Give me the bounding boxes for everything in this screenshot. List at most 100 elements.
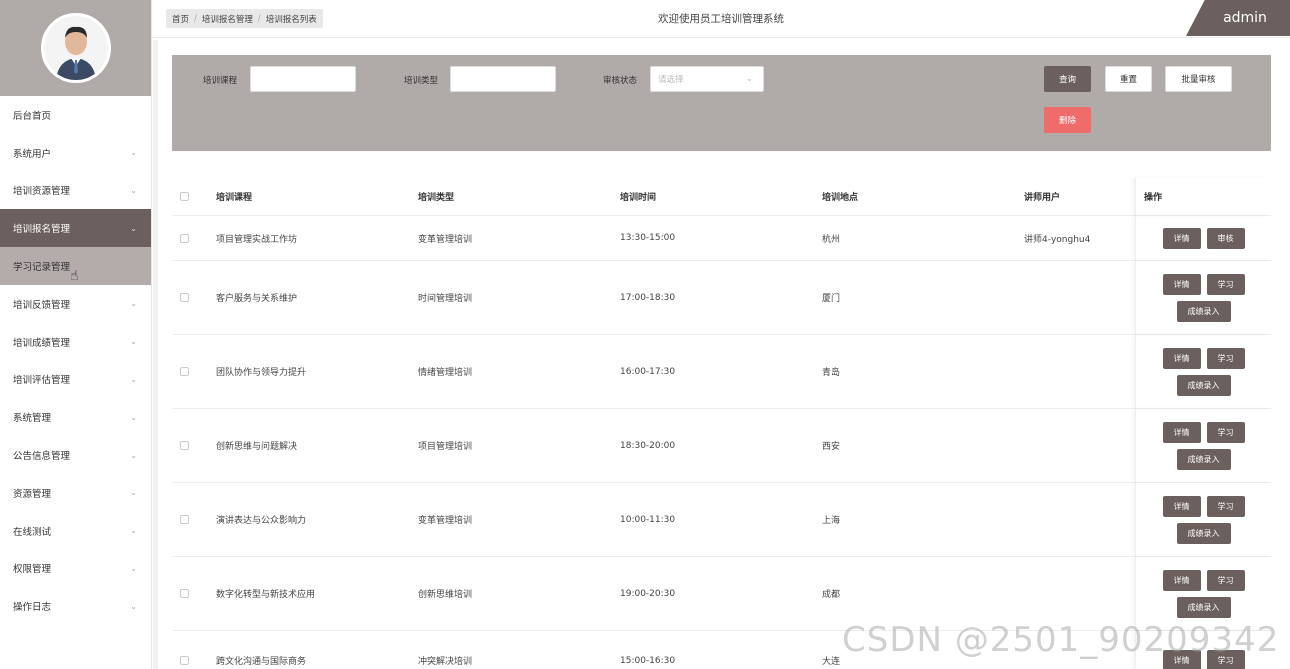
header-place: 培训地点 — [822, 193, 859, 203]
action-button[interactable]: 学习 — [1206, 495, 1245, 517]
cell-teacher: 讲师4-yonghu4 — [1024, 234, 1091, 245]
table-body: 项目管理实战工作坊 变革管理培训 13:30-15:00 杭州 讲师4-yonghu4 详… — [172, 216, 1271, 669]
action-line: 详情 学习 — [1162, 421, 1245, 443]
welcome-title: 欢迎使用员工培训管理系统 — [658, 13, 784, 25]
row-checkbox[interactable] — [180, 367, 189, 376]
action-button[interactable]: 学习 — [1206, 273, 1245, 295]
row-checkbox[interactable] — [180, 293, 189, 302]
action-line: 详情 学习 — [1162, 650, 1245, 669]
cell-place: 西安 — [822, 442, 841, 452]
chevron-down-icon: ⌄ — [130, 148, 137, 158]
action-button[interactable]: 学习 — [1206, 347, 1245, 369]
cell-course: 创新思维与问题解决 — [216, 442, 298, 452]
table-header: 培训课程 培训类型 培训时间 培训地点 讲师用户 操作 — [172, 177, 1271, 216]
cell-time: 16:00-17:30 — [620, 366, 676, 377]
row-checkbox[interactable] — [180, 515, 189, 524]
cell-type: 情绪管理培训 — [418, 368, 473, 378]
user-menu[interactable]: admin — [1186, 0, 1290, 36]
sidebar-item-label: 培训资源管理 — [13, 186, 71, 198]
action-line: 成绩录入 — [1176, 448, 1231, 470]
sidebar-item-5[interactable]: 培训反馈管理 ⌄ — [0, 285, 151, 323]
course-input[interactable] — [250, 66, 356, 92]
action-button[interactable]: 详情 — [1162, 347, 1201, 369]
cell-course: 团队协作与领导力提升 — [216, 368, 307, 378]
action-button[interactable]: 成绩录入 — [1176, 300, 1231, 322]
row-select-cell — [172, 656, 216, 665]
chevron-down-icon: ⌄ — [130, 185, 137, 195]
chevron-down-icon: ⌄ — [130, 450, 137, 460]
row-select-cell — [172, 441, 216, 450]
row-actions: 详情 学习成绩录入 — [1135, 557, 1271, 630]
action-button[interactable]: 学习 — [1206, 569, 1245, 591]
action-button[interactable]: 学习 — [1206, 650, 1245, 669]
select-all-checkbox[interactable] — [180, 192, 189, 201]
action-button[interactable]: 详情 — [1162, 495, 1201, 517]
cell-type: 变革管理培训 — [418, 516, 473, 526]
sidebar-item-1[interactable]: 系统用户 ⌄ — [0, 134, 151, 172]
cell-course: 客户服务与关系维护 — [216, 294, 298, 304]
sidebar-item-6[interactable]: 培训成绩管理 ⌄ — [0, 323, 151, 361]
cell-time: 13:30-15:00 — [620, 233, 676, 243]
query-button[interactable]: 查询 — [1044, 66, 1091, 92]
cell-time: 10:00-11:30 — [620, 514, 676, 525]
sidebar-menu: 后台首页 系统用户 ⌄ 培训资源管理 ⌄ 培训报名管理 ⌄ 学习记录管理 ⌄ 培训反馈管理 ⌄ 培训成… — [0, 96, 151, 625]
row-select-cell — [172, 233, 216, 243]
sidebar-item-13[interactable]: 操作日志 ⌄ — [0, 587, 151, 625]
action-button[interactable]: 审核 — [1206, 227, 1245, 249]
avatar[interactable] — [40, 13, 111, 83]
action-button[interactable]: 详情 — [1162, 227, 1201, 249]
action-button[interactable]: 详情 — [1162, 650, 1201, 669]
row-checkbox[interactable] — [180, 589, 189, 598]
sidebar-item-label: 培训评估管理 — [13, 375, 71, 387]
action-button[interactable]: 详情 — [1162, 273, 1201, 295]
row-actions: 详情 审核 — [1135, 216, 1271, 260]
sidebar-item-label: 系统用户 — [13, 148, 52, 160]
sidebar-item-label: 培训反馈管理 — [13, 299, 71, 311]
sidebar-item-2[interactable]: 培训资源管理 ⌄ — [0, 172, 151, 210]
delete-button[interactable]: 删除 — [1044, 107, 1091, 133]
action-line: 详情 学习 — [1162, 569, 1245, 591]
sidebar-item-8[interactable]: 系统管理 ⌄ — [0, 398, 151, 436]
batch-review-button[interactable]: 批量审核 — [1165, 66, 1232, 92]
cell-place: 杭州 — [822, 234, 841, 245]
action-button[interactable]: 详情 — [1162, 421, 1201, 443]
action-button[interactable]: 成绩录入 — [1176, 448, 1231, 470]
cell-place: 成都 — [822, 590, 841, 600]
sidebar-item-0[interactable]: 后台首页 — [0, 96, 151, 134]
main-content: 培训课程 培训类型 审核状态 请选择 ⌄ 查询 重置 批量审核 删除 培训课程 … — [153, 40, 1284, 669]
type-label: 培训类型 — [404, 76, 439, 86]
reset-button[interactable]: 重置 — [1105, 66, 1152, 92]
sidebar-item-7[interactable]: 培训评估管理 ⌄ — [0, 361, 151, 399]
action-button[interactable]: 成绩录入 — [1176, 374, 1231, 396]
action-button[interactable]: 成绩录入 — [1176, 522, 1231, 544]
cell-place: 上海 — [822, 516, 841, 526]
action-button[interactable]: 成绩录入 — [1176, 596, 1231, 618]
chevron-down-icon: ⌄ — [745, 74, 753, 84]
sidebar-item-9[interactable]: 公告信息管理 ⌄ — [0, 436, 151, 474]
sidebar-item-3[interactable]: 培训报名管理 ⌄ — [0, 209, 151, 248]
cell-time: 18:30-20:00 — [620, 440, 676, 451]
course-label: 培训课程 — [203, 76, 238, 86]
status-select[interactable]: 请选择 ⌄ — [650, 66, 764, 92]
row-actions: 详情 学习成绩录入 — [1135, 483, 1271, 556]
chevron-down-icon: ⌄ — [130, 412, 137, 422]
cell-course: 演讲表达与公众影响力 — [216, 516, 307, 526]
action-button[interactable]: 学习 — [1206, 421, 1245, 443]
table-row: 演讲表达与公众影响力 变革管理培训 10:00-11:30 上海 详情 学习成绩录入 — [172, 483, 1271, 557]
action-button[interactable]: 详情 — [1162, 569, 1201, 591]
row-checkbox[interactable] — [180, 441, 189, 450]
sidebar: 后台首页 系统用户 ⌄ 培训资源管理 ⌄ 培训报名管理 ⌄ 学习记录管理 ⌄ 培训反馈管理 ⌄ 培训成… — [0, 0, 152, 669]
row-actions: 详情 学习 — [1135, 631, 1271, 669]
row-actions: 详情 学习成绩录入 — [1135, 409, 1271, 482]
sidebar-item-11[interactable]: 在线测试 ⌄ — [0, 512, 151, 550]
action-line: 详情 审核 — [1162, 227, 1245, 249]
row-checkbox[interactable] — [180, 233, 189, 243]
sidebar-item-10[interactable]: 资源管理 ⌄ — [0, 474, 151, 512]
chevron-down-icon: ⌄ — [130, 261, 137, 271]
enrollment-table: 培训课程 培训类型 培训时间 培训地点 讲师用户 操作 项目管理实战工作坊 变革管… — [172, 177, 1271, 669]
row-checkbox[interactable] — [180, 656, 189, 665]
header-type: 培训类型 — [418, 193, 455, 203]
action-line: 成绩录入 — [1176, 300, 1231, 322]
sidebar-item-12[interactable]: 权限管理 ⌄ — [0, 550, 151, 588]
type-input[interactable] — [450, 66, 556, 92]
